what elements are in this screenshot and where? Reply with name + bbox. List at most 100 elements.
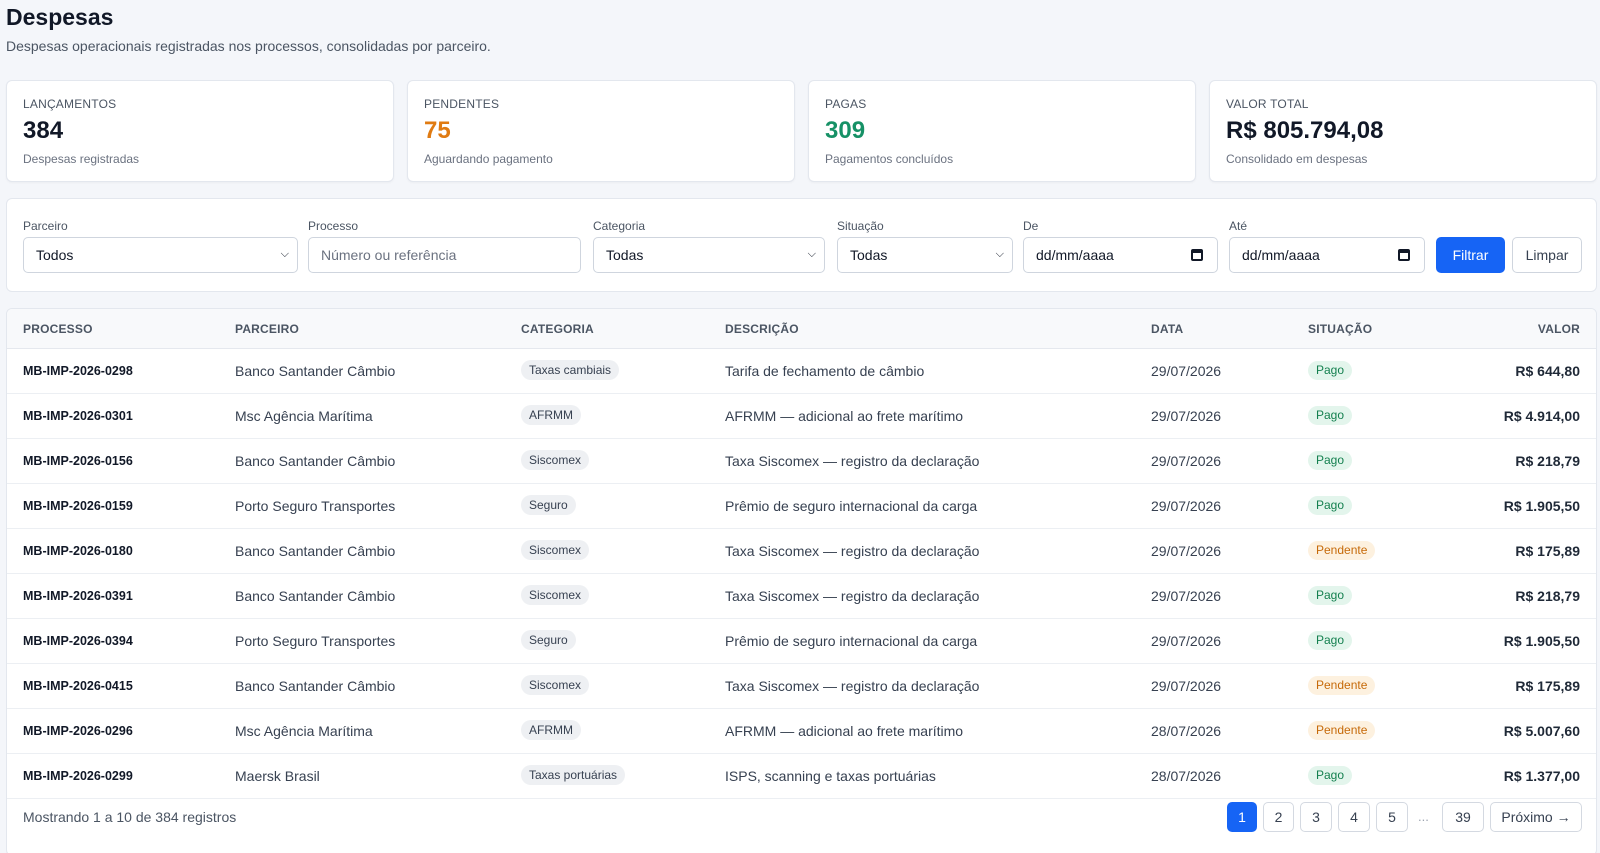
category-chip: Taxas portuárias xyxy=(521,765,626,785)
table-row[interactable]: MB-IMP-2026-0298 Banco Santander Câmbio Ta… xyxy=(7,349,1596,394)
cell-descricao: Taxa Siscomex — registro da declaração xyxy=(725,543,980,559)
stat-card-pagas: PAGAS 309 Pagamentos concluídos xyxy=(808,80,1196,182)
stat-label: PAGAS xyxy=(825,97,867,111)
page-button-3[interactable]: 3 xyxy=(1300,802,1332,832)
column-header-data: DATA xyxy=(1151,322,1184,336)
table-row[interactable]: MB-IMP-2026-0156 Banco Santander Câmbio Si… xyxy=(7,439,1596,484)
page-button-2[interactable]: 2 xyxy=(1263,802,1294,832)
table-row[interactable]: MB-IMP-2026-0394 Porto Seguro Transportes… xyxy=(7,619,1596,664)
page-subtitle: Despesas operacionais registradas nos pr… xyxy=(6,38,491,54)
filter-de: De dd/mm/aaaa xyxy=(1023,219,1218,273)
stat-value: 75 xyxy=(424,117,451,144)
cell-processo[interactable]: MB-IMP-2026-0415 xyxy=(23,679,133,693)
cell-processo[interactable]: MB-IMP-2026-0296 xyxy=(23,724,133,738)
page-title: Despesas xyxy=(6,4,114,30)
stats-row: LANÇAMENTOS 384 Despesas registradas PEN… xyxy=(6,80,1597,182)
table-row[interactable]: MB-IMP-2026-0180 Banco Santander Câmbio Si… xyxy=(7,529,1596,574)
cell-processo[interactable]: MB-IMP-2026-0301 xyxy=(23,409,133,423)
cell-parceiro: Banco Santander Câmbio xyxy=(235,678,396,694)
cell-parceiro: Banco Santander Câmbio xyxy=(235,543,396,559)
chevron-down-icon: ⌵ xyxy=(280,248,289,260)
column-header-parceiro: PARCEIRO xyxy=(235,322,300,336)
status-badge: Pendente xyxy=(1308,541,1376,560)
cell-valor: R$ 218,79 xyxy=(1515,453,1580,469)
input-placeholder: Número ou referência xyxy=(321,247,457,263)
expenses-table: PROCESSO PARCEIRO CATEGORIA DESCRIÇÃO DA… xyxy=(6,308,1597,853)
column-header-valor: VALOR xyxy=(1537,322,1580,336)
date-to-input[interactable]: dd/mm/aaaa xyxy=(1229,237,1425,273)
parceiro-select[interactable]: Todos ⌵ xyxy=(23,237,298,273)
status-badge: Pago xyxy=(1308,631,1353,650)
table-row[interactable]: MB-IMP-2026-0415 Banco Santander Câmbio Si… xyxy=(7,664,1596,709)
processo-input[interactable]: Número ou referência xyxy=(308,237,581,273)
category-chip: Seguro xyxy=(521,495,576,515)
next-page-button[interactable]: Próximo → xyxy=(1490,802,1582,832)
cell-processo[interactable]: MB-IMP-2026-0391 xyxy=(23,589,133,603)
status-badge: Pendente xyxy=(1308,721,1376,740)
cell-descricao: AFRMM — adicional ao frete marítimo xyxy=(725,723,964,739)
cell-data: 29/07/2026 xyxy=(1151,633,1222,649)
page-button-last[interactable]: 39 xyxy=(1442,802,1484,832)
status-badge: Pago xyxy=(1308,766,1353,785)
cell-processo[interactable]: MB-IMP-2026-0299 xyxy=(23,769,133,783)
table-row[interactable]: MB-IMP-2026-0296 Msc Agência Marítima AFRM… xyxy=(7,709,1596,754)
cell-processo[interactable]: MB-IMP-2026-0180 xyxy=(23,544,133,558)
column-header-categoria: CATEGORIA xyxy=(521,322,594,336)
page-button-4[interactable]: 4 xyxy=(1338,802,1370,832)
page-button-5[interactable]: 5 xyxy=(1376,802,1408,832)
cell-processo[interactable]: MB-IMP-2026-0394 xyxy=(23,634,133,648)
cell-processo[interactable]: MB-IMP-2026-0159 xyxy=(23,499,133,513)
table-row[interactable]: MB-IMP-2026-0301 Msc Agência Marítima AFRM… xyxy=(7,394,1596,439)
clear-button[interactable]: Limpar xyxy=(1512,237,1582,273)
cell-descricao: Taxa Siscomex — registro da declaração xyxy=(725,588,980,604)
stat-card-pendentes: PENDENTES 75 Aguardando pagamento xyxy=(407,80,795,182)
cell-processo[interactable]: MB-IMP-2026-0298 xyxy=(23,364,133,378)
cell-descricao: Taxa Siscomex — registro da declaração xyxy=(725,678,980,694)
calendar-icon[interactable] xyxy=(1191,249,1203,261)
cell-processo[interactable]: MB-IMP-2026-0156 xyxy=(23,454,133,468)
calendar-icon[interactable] xyxy=(1398,249,1410,261)
cell-parceiro: Porto Seguro Transportes xyxy=(235,498,396,514)
cell-parceiro: Banco Santander Câmbio xyxy=(235,588,396,604)
date-from-input[interactable]: dd/mm/aaaa xyxy=(1023,237,1218,273)
cell-data: 29/07/2026 xyxy=(1151,498,1222,514)
category-chip: Seguro xyxy=(521,630,576,650)
cell-parceiro: Maersk Brasil xyxy=(235,768,320,784)
table-header: PROCESSO PARCEIRO CATEGORIA DESCRIÇÃO DA… xyxy=(7,309,1596,349)
status-badge: Pendente xyxy=(1308,676,1376,695)
column-header-descricao: DESCRIÇÃO xyxy=(725,322,799,336)
filter-processo: Processo Número ou referência xyxy=(308,219,581,273)
cell-descricao: Prêmio de seguro internacional da carga xyxy=(725,633,978,649)
table-footer: Mostrando 1 a 10 de 384 registros 1 2 3 … xyxy=(7,794,1596,853)
situacao-select[interactable]: Todas ⌵ xyxy=(837,237,1013,273)
date-value: dd/mm/aaaa xyxy=(1036,247,1114,263)
column-header-processo: PROCESSO xyxy=(23,322,93,336)
cell-data: 28/07/2026 xyxy=(1151,768,1222,784)
cell-valor: R$ 4.914,00 xyxy=(1503,408,1580,424)
filter-situacao: Situação Todas ⌵ xyxy=(837,219,1013,273)
pagination-info: Mostrando 1 a 10 de 384 registros xyxy=(23,809,237,825)
pagination-ellipsis: ... xyxy=(1418,809,1429,824)
stat-label: PENDENTES xyxy=(424,97,500,111)
table-row[interactable]: MB-IMP-2026-0391 Banco Santander Câmbio Si… xyxy=(7,574,1596,619)
category-chip: Taxas cambiais xyxy=(521,360,620,380)
filter-categoria: Categoria Todas ⌵ xyxy=(593,219,825,273)
categoria-select[interactable]: Todas ⌵ xyxy=(593,237,825,273)
category-chip: AFRMM xyxy=(521,720,581,740)
cell-descricao: Prêmio de seguro internacional da carga xyxy=(725,498,978,514)
cell-parceiro: Banco Santander Câmbio xyxy=(235,363,396,379)
cell-data: 29/07/2026 xyxy=(1151,588,1222,604)
table-row[interactable]: MB-IMP-2026-0299 Maersk Brasil Taxas portu… xyxy=(7,754,1596,799)
filter-button[interactable]: Filtrar xyxy=(1436,237,1505,273)
cell-data: 29/07/2026 xyxy=(1151,408,1222,424)
filter-label: Situação xyxy=(837,219,884,233)
filter-label: Processo xyxy=(308,219,359,233)
table-row[interactable]: MB-IMP-2026-0159 Porto Seguro Transportes… xyxy=(7,484,1596,529)
cell-descricao: AFRMM — adicional ao frete marítimo xyxy=(725,408,964,424)
page-button-1[interactable]: 1 xyxy=(1227,802,1257,832)
stat-value: 309 xyxy=(825,117,866,144)
column-header-situacao: SITUAÇÃO xyxy=(1308,322,1373,336)
chevron-down-icon: ⌵ xyxy=(995,248,1004,260)
stat-hint: Despesas registradas xyxy=(23,152,140,166)
cell-valor: R$ 644,80 xyxy=(1515,363,1580,379)
